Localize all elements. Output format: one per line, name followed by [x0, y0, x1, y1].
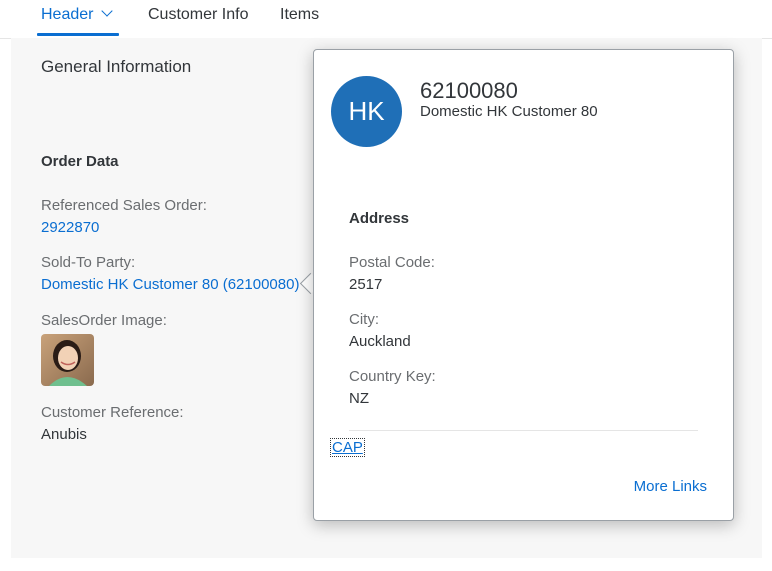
- group-title-order-data: Order Data: [41, 153, 119, 170]
- popover-title: 62100080: [420, 78, 518, 103]
- tab-items[interactable]: Items: [280, 0, 319, 38]
- popover-subtitle: Domestic HK Customer 80: [420, 103, 598, 120]
- tab-customer-info-label: Customer Info: [148, 6, 249, 23]
- section-title: General Information: [41, 57, 192, 76]
- city-value: Auckland: [349, 333, 411, 350]
- quickview-popover: HK 62100080 Domestic HK Customer 80 Addr…: [313, 49, 734, 521]
- referenced-sales-order-label: Referenced Sales Order:: [41, 197, 207, 214]
- city-label: City:: [349, 311, 379, 328]
- postal-code-value: 2517: [349, 276, 383, 293]
- country-key-label: Country Key:: [349, 368, 436, 385]
- divider: [349, 430, 698, 431]
- address-section-title: Address: [349, 210, 410, 227]
- tab-items-label: Items: [280, 6, 320, 23]
- customer-reference-value: Anubis: [41, 426, 87, 443]
- tab-bar: Header Customer Info Items: [0, 0, 772, 39]
- cap-link[interactable]: CAP: [330, 438, 365, 457]
- referenced-sales-order-link[interactable]: 2922870: [41, 219, 99, 236]
- avatar: HK: [331, 76, 402, 147]
- postal-code-label: Postal Code:: [349, 254, 435, 271]
- country-key-value: NZ: [349, 390, 369, 407]
- tab-customer-info[interactable]: Customer Info: [148, 0, 248, 38]
- sold-to-party-link[interactable]: Domestic HK Customer 80 (62100080): [41, 276, 299, 293]
- sold-to-party-label: Sold-To Party:: [41, 254, 136, 271]
- tab-header-label: Header: [41, 6, 94, 23]
- sales-order-image[interactable]: [41, 334, 94, 386]
- chevron-down-icon: [101, 5, 114, 17]
- more-links-button[interactable]: More Links: [634, 478, 707, 495]
- sales-order-image-label: SalesOrder Image:: [41, 312, 167, 329]
- customer-reference-label: Customer Reference:: [41, 404, 184, 421]
- tab-selected-indicator: [37, 33, 119, 36]
